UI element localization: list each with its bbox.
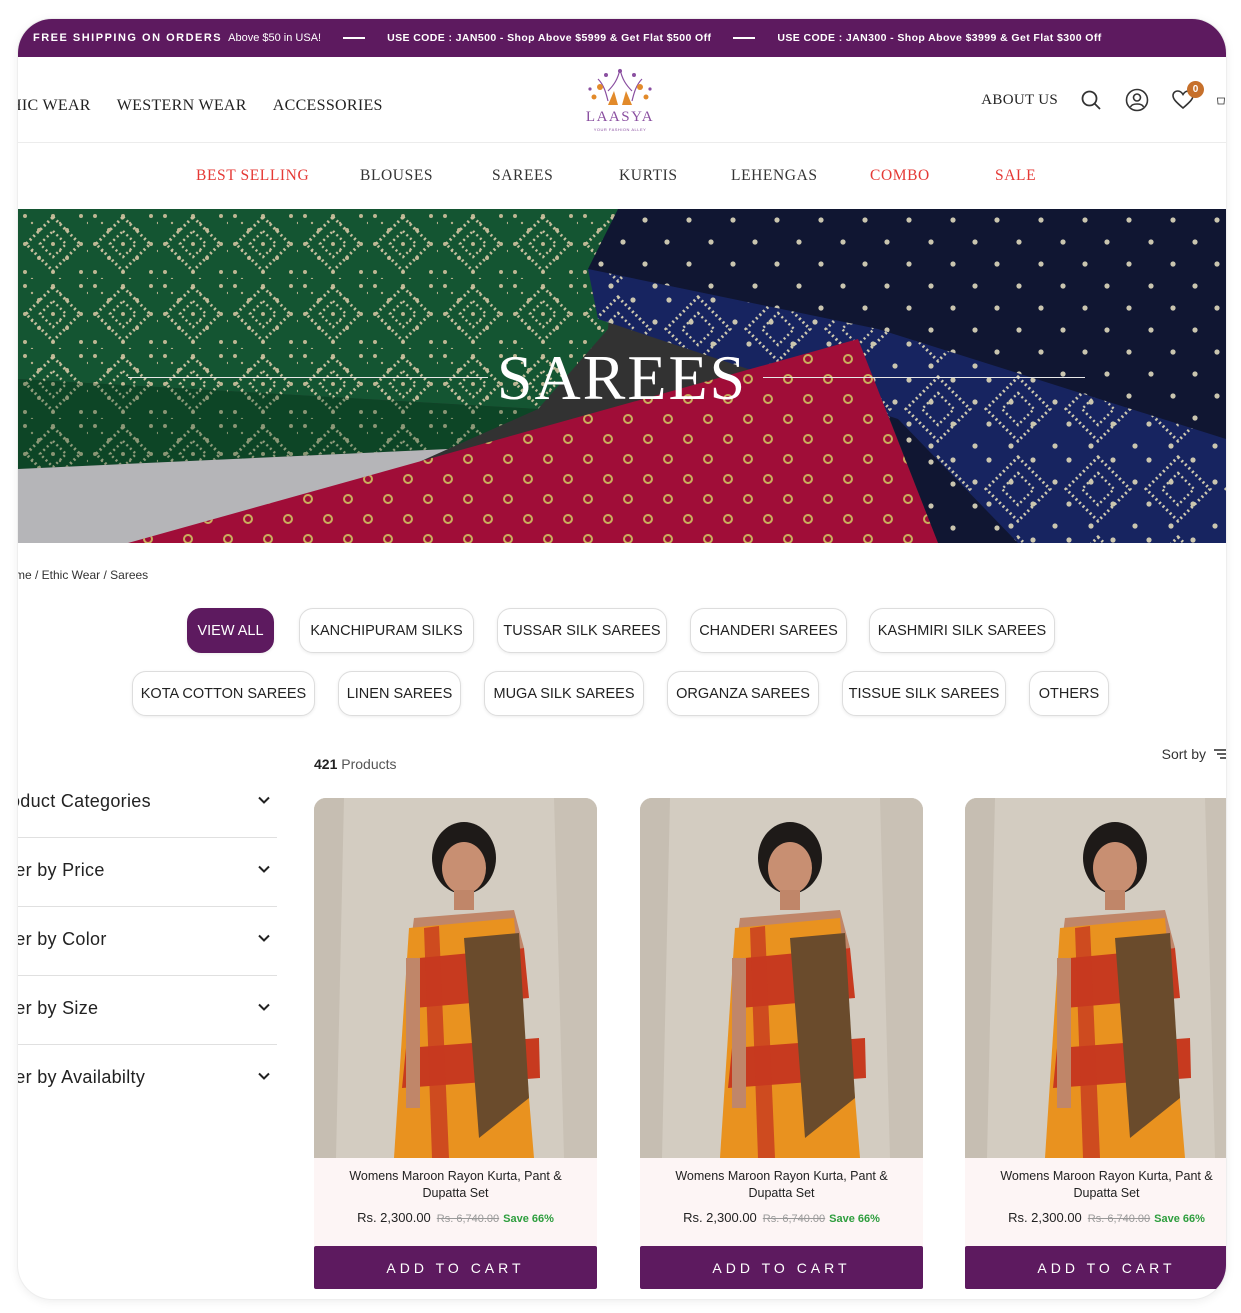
announcement-divider — [343, 37, 366, 39]
product-image[interactable] — [640, 798, 923, 1158]
chip-others[interactable]: OTHERS — [1029, 671, 1109, 716]
logo-emblem-icon — [588, 68, 652, 105]
wishlist-icon[interactable]: 0 — [1170, 81, 1204, 113]
product-card[interactable]: Womens Maroon Rayon Kurta, Pant & Dupatt… — [640, 798, 923, 1289]
filter-by-size[interactable]: ter by Size — [18, 976, 277, 1045]
add-to-cart-button[interactable]: ADD TO CART — [965, 1246, 1226, 1289]
add-to-cart-button[interactable]: ADD TO CART — [314, 1246, 597, 1289]
filter-label: ter by Size — [18, 998, 99, 1018]
product-price: Rs. 2,300.00 — [683, 1210, 757, 1225]
chip-kashmiri-silk-sarees[interactable]: KASHMIRI SILK SAREES — [869, 608, 1055, 653]
site-logo[interactable]: LAASYA YOUR FASHION ALLEY — [578, 65, 662, 135]
sort-control[interactable]: Sort by — [1162, 746, 1226, 762]
chip-kota-cotton-sarees[interactable]: KOTA COTTON SAREES — [132, 671, 315, 716]
filter-product-categories[interactable]: oduct Categories — [18, 769, 277, 838]
product-discount: Save 66% — [503, 1213, 554, 1225]
logo-wordmark: LAASYA — [585, 109, 655, 125]
product-card[interactable]: Womens Maroon Rayon Kurta, Pant & Dupatt… — [314, 798, 597, 1289]
hero-title: SAREES — [496, 342, 748, 413]
chevron-down-icon — [258, 865, 270, 873]
site-header: HIC WEAR WESTERN WEAR ACCESSORIES LAASYA… — [18, 57, 1226, 143]
filter-by-price[interactable]: ter by Price — [18, 838, 277, 907]
product-original-price: Rs. 6,740.00 — [1087, 1213, 1151, 1225]
category-sale[interactable]: SALE — [995, 167, 1036, 185]
filter-label: ter by Price — [18, 860, 105, 880]
add-to-cart-button[interactable]: ADD TO CART — [640, 1246, 923, 1289]
chevron-down-icon — [258, 1072, 270, 1080]
product-image[interactable] — [314, 798, 597, 1158]
chevron-down-icon — [258, 1003, 270, 1011]
chevron-down-icon — [258, 934, 270, 942]
category-blouses[interactable]: BLOUSES — [360, 167, 433, 185]
category-combo[interactable]: COMBO — [870, 167, 930, 185]
category-nav: BEST SELLING BLOUSES SAREES KURTIS LEHEN… — [18, 143, 1226, 209]
search-icon[interactable] — [1078, 87, 1104, 113]
page-frame: FREE SHIPPING ON ORDERS Above $50 in USA… — [18, 19, 1226, 1299]
chip-linen-sarees[interactable]: LINEN SAREES — [338, 671, 461, 716]
free-shipping-bold: FREE SHIPPING ON ORDERS — [33, 32, 223, 44]
product-title[interactable]: Womens Maroon Rayon Kurta, Pant & Dupatt… — [985, 1168, 1226, 1202]
chip-organza-sarees[interactable]: ORGANZA SAREES — [667, 671, 819, 716]
nav-ethnic-wear[interactable]: HIC WEAR — [18, 97, 91, 115]
product-count-number: 421 — [314, 756, 338, 772]
header-actions: ABOUT US 0 — [981, 81, 1226, 113]
filter-label: ter by Availabilty — [18, 1067, 146, 1087]
category-sarees[interactable]: SAREES — [492, 167, 553, 185]
filter-label: ter by Color — [18, 929, 107, 949]
promo-code-1: USE CODE : JAN500 - Shop Above $5999 & G… — [387, 32, 712, 44]
product-card[interactable]: Womens Maroon Rayon Kurta, Pant & Dupatt… — [965, 798, 1226, 1289]
about-us-link[interactable]: ABOUT US — [981, 92, 1058, 109]
sort-label: Sort by — [1161, 746, 1206, 762]
product-info: Womens Maroon Rayon Kurta, Pant & Dupatt… — [640, 1158, 923, 1246]
product-info: Womens Maroon Rayon Kurta, Pant & Dupatt… — [314, 1158, 597, 1246]
filter-label: oduct Categories — [18, 791, 151, 811]
product-original-price: Rs. 6,740.00 — [762, 1213, 826, 1225]
product-price: Rs. 2,300.00 — [357, 1210, 431, 1225]
chip-tussar-silk-sarees[interactable]: TUSSAR SILK SAREES — [497, 608, 667, 653]
category-lehengas[interactable]: LEHENGAS — [731, 167, 818, 185]
wishlist-count-badge: 0 — [1187, 81, 1204, 98]
category-best-selling[interactable]: BEST SELLING — [196, 167, 309, 185]
product-price: Rs. 2,300.00 — [1008, 1210, 1082, 1225]
category-kurtis[interactable]: KURTIS — [619, 167, 678, 185]
chevron-down-icon — [258, 796, 270, 804]
product-price-row: Rs. 2,300.00 Rs. 6,740.00 Save 66% — [640, 1210, 923, 1225]
chip-view-all[interactable]: VIEW ALL — [187, 608, 274, 653]
filter-by-availability[interactable]: ter by Availabilty — [18, 1045, 277, 1114]
promo-code-2: USE CODE : JAN300 - Shop Above $3999 & G… — [777, 32, 1102, 44]
main-nav: HIC WEAR WESTERN WEAR ACCESSORIES — [18, 97, 383, 115]
product-discount: Save 66% — [1154, 1213, 1205, 1225]
product-title[interactable]: Womens Maroon Rayon Kurta, Pant & Dupatt… — [334, 1168, 577, 1202]
breadcrumb[interactable]: me / Ethic Wear / Sarees — [18, 568, 148, 582]
chip-kanchipuram-silks[interactable]: KANCHIPURAM SILKS — [299, 608, 474, 653]
product-price-row: Rs. 2,300.00 Rs. 6,740.00 Save 66% — [314, 1210, 597, 1225]
user-icon[interactable] — [1124, 87, 1150, 113]
product-price-row: Rs. 2,300.00 Rs. 6,740.00 Save 66% — [965, 1210, 1226, 1225]
product-count-label: Products — [341, 756, 397, 772]
nav-accessories[interactable]: ACCESSORIES — [273, 97, 383, 115]
announcement-bar: FREE SHIPPING ON ORDERS Above $50 in USA… — [18, 19, 1226, 57]
product-original-price: Rs. 6,740.00 — [436, 1213, 500, 1225]
cart-icon[interactable] — [1216, 87, 1226, 113]
sort-icon — [1214, 749, 1226, 759]
chip-muga-silk-sarees[interactable]: MUGA SILK SAREES — [484, 671, 644, 716]
product-title[interactable]: Womens Maroon Rayon Kurta, Pant & Dupatt… — [660, 1168, 903, 1202]
chip-tissue-silk-sarees[interactable]: TISSUE SILK SAREES — [842, 671, 1006, 716]
product-image[interactable] — [965, 798, 1226, 1158]
hero-banner: SAREES — [18, 209, 1226, 543]
free-shipping-text: Above $50 in USA! — [228, 32, 322, 44]
product-discount: Save 66% — [829, 1213, 880, 1225]
filter-by-color[interactable]: ter by Color — [18, 907, 277, 976]
product-info: Womens Maroon Rayon Kurta, Pant & Dupatt… — [965, 1158, 1226, 1246]
logo-tagline: YOUR FASHION ALLEY — [593, 127, 647, 132]
chip-chanderi-sarees[interactable]: CHANDERI SAREES — [690, 608, 847, 653]
product-count: 421 Products — [314, 756, 397, 772]
nav-western-wear[interactable]: WESTERN WEAR — [117, 97, 247, 115]
announcement-divider — [733, 37, 756, 39]
